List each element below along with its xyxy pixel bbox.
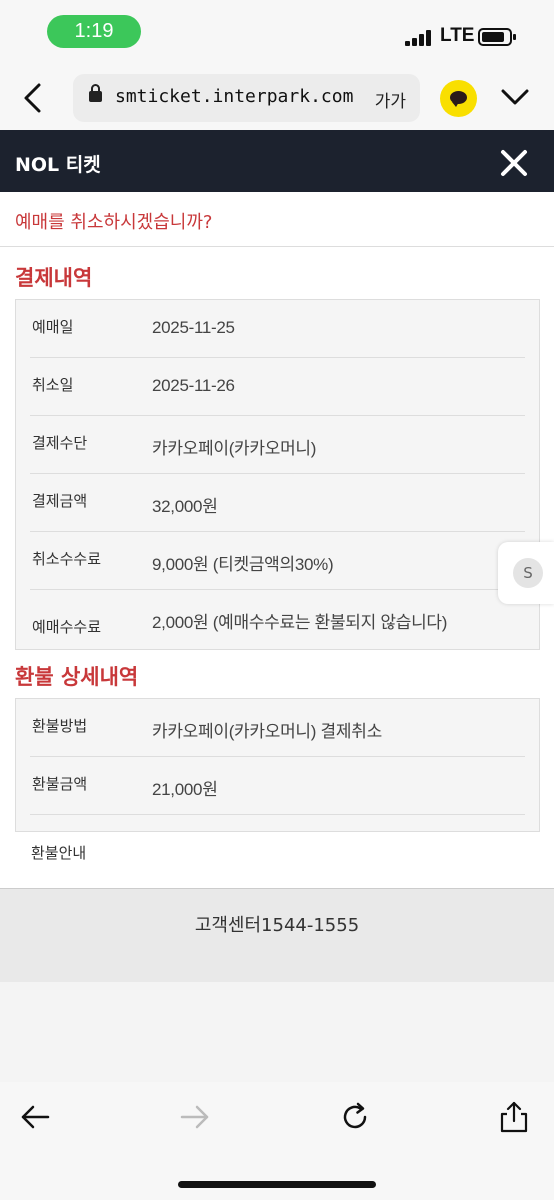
battery-icon [478, 28, 516, 46]
kakaotalk-icon[interactable] [440, 80, 477, 117]
row-label: 환불방법 [32, 717, 88, 735]
footer: 고객센터1544-1555 [0, 888, 554, 982]
row-value: 21,000원 [152, 780, 218, 799]
text-size-button[interactable]: 가가 [375, 87, 406, 112]
floating-badge[interactable]: S [498, 542, 554, 604]
detail-row: 환불방법 카카오페이(카카오머니) 결제취소 [30, 699, 525, 757]
blank-area [0, 982, 554, 1082]
row-value: 9,000원 (티켓금액의30%) [152, 555, 334, 574]
back-icon[interactable] [18, 1100, 52, 1134]
url-text: smticket.interpark.com [115, 86, 354, 107]
row-value: 2025-11-25 [152, 318, 235, 337]
status-bar: 1:19 LTE [0, 0, 554, 66]
network-label: LTE [440, 25, 475, 46]
app-title: NOL 티켓 [15, 154, 101, 176]
refund-details-box: 환불방법 카카오페이(카카오머니) 결제취소 환불금액 21,000원 [15, 698, 540, 832]
forward-icon[interactable] [178, 1100, 212, 1134]
row-label: 취소수수료 [32, 550, 102, 568]
row-value: 2025-11-26 [152, 376, 235, 395]
row-label: 예매수수료 [32, 618, 102, 636]
row-label: 예매일 [32, 318, 74, 336]
detail-row: 예매수수료 2,000원 (예매수수료는 환불되지 않습니다) [30, 590, 525, 648]
detail-row: 결제금액 32,000원 [30, 474, 525, 532]
share-icon[interactable] [497, 1100, 531, 1134]
row-value: 카카오페이(카카오머니) 결제취소 [152, 722, 382, 741]
payment-section-title: 결제내역 [15, 266, 93, 290]
row-value: 32,000원 [152, 497, 218, 516]
detail-row: 취소일 2025-11-26 [30, 358, 525, 416]
refund-notice-label[interactable]: 환불안내 [31, 842, 86, 863]
refund-section-title: 환불 상세내역 [15, 665, 139, 689]
status-time: 1:19 [47, 15, 141, 48]
row-label: 환불금액 [32, 775, 88, 793]
divider [0, 246, 554, 247]
row-label: 결제수단 [32, 434, 88, 452]
row-value: 카카오페이(카카오머니) [152, 439, 317, 458]
payment-details-box: 예매일 2025-11-25 취소일 2025-11-26 결제수단 카카오페이… [15, 299, 540, 650]
detail-row: 취소수수료 9,000원 (티켓금액의30%) [30, 532, 525, 590]
row-label: 결제금액 [32, 492, 88, 510]
detail-row: 환불금액 21,000원 [30, 757, 525, 815]
row-value: 2,000원 (예매수수료는 환불되지 않습니다) [152, 613, 448, 632]
home-indicator[interactable] [178, 1181, 376, 1188]
back-icon[interactable] [20, 82, 46, 114]
detail-row: 결제수단 카카오페이(카카오머니) [30, 416, 525, 474]
lock-icon [89, 84, 102, 102]
address-bar[interactable]: smticket.interpark.com 가가 [73, 74, 420, 122]
signal-icon [405, 30, 433, 46]
browser-bar: smticket.interpark.com 가가 [0, 66, 554, 130]
customer-center[interactable]: 고객센터1544-1555 [0, 911, 554, 937]
close-icon[interactable] [499, 148, 529, 178]
app-header: NOL 티켓 [0, 130, 554, 192]
row-label: 취소일 [32, 376, 74, 394]
detail-row: 예매일 2025-11-25 [30, 300, 525, 358]
cancel-content: 예매를 취소하시겠습니까? 결제내역 예매일 2025-11-25 취소일 20… [0, 192, 554, 888]
badge-letter: S [513, 558, 543, 588]
chevron-down-icon[interactable] [500, 86, 530, 108]
cancel-question: 예매를 취소하시겠습니까? [15, 212, 213, 233]
reload-icon[interactable] [338, 1100, 372, 1134]
